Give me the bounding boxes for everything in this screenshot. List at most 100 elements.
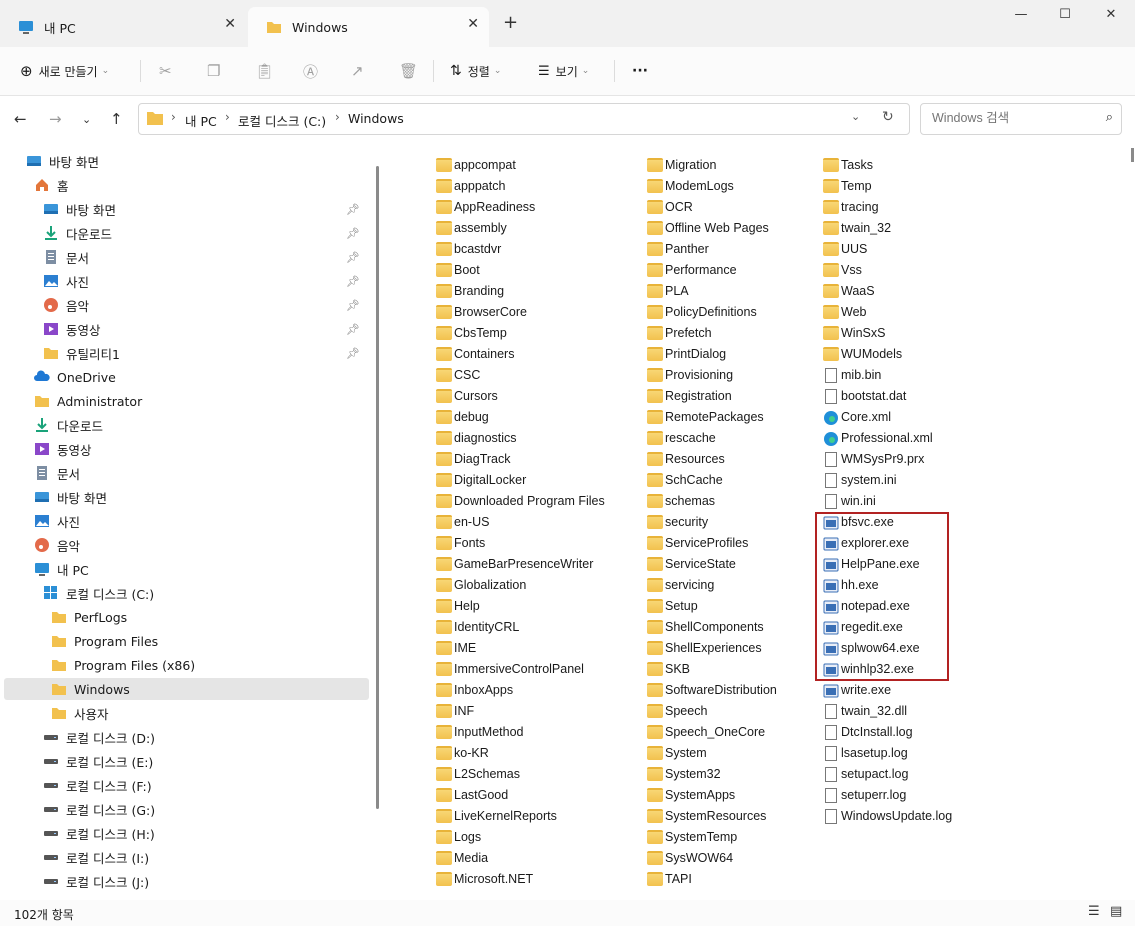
folder-item[interactable]: twain_32	[823, 218, 891, 238]
sidebar-item[interactable]: 내 PC	[34, 558, 368, 580]
folder-item[interactable]: tracing	[823, 197, 879, 217]
recent-chevron-icon[interactable]: ⌄	[82, 113, 91, 126]
share-icon[interactable]: ↗	[351, 58, 364, 84]
folder-item[interactable]: bcastdvr	[436, 239, 501, 259]
refresh-icon[interactable]: ↻	[882, 109, 894, 125]
folder-item[interactable]: IME	[436, 638, 476, 658]
folder-item[interactable]: SystemTemp	[647, 827, 737, 847]
file-item[interactable]: Core.xml	[823, 407, 891, 427]
folder-item[interactable]: Tasks	[823, 155, 873, 175]
breadcrumb-windows[interactable]: Windows	[348, 111, 404, 126]
file-item[interactable]: setuperr.log	[823, 785, 906, 805]
folder-item[interactable]: servicing	[647, 575, 714, 595]
file-item[interactable]: twain_32.dll	[823, 701, 907, 721]
paste-icon[interactable]: 📋︎	[255, 58, 274, 84]
folder-item[interactable]: LiveKernelReports	[436, 806, 557, 826]
sidebar-scrollbar[interactable]	[376, 166, 379, 809]
sidebar-item[interactable]: 로컬 디스크 (F:)	[43, 774, 368, 796]
maximize-button[interactable]: ☐	[1055, 7, 1075, 22]
close-window-button[interactable]: ✕	[1101, 7, 1121, 22]
folder-item[interactable]: Help	[436, 596, 480, 616]
folder-item[interactable]: PLA	[647, 281, 689, 301]
sidebar-item[interactable]: Program Files	[51, 630, 368, 652]
content-scrollbar[interactable]	[1131, 148, 1134, 162]
folder-item[interactable]: Branding	[436, 281, 504, 301]
delete-icon[interactable]: 🗑︎	[399, 58, 418, 84]
folder-item[interactable]: L2Schemas	[436, 764, 520, 784]
up-arrow-icon[interactable]: ↑	[110, 110, 123, 128]
close-tab-icon[interactable]: ✕	[224, 16, 236, 32]
file-item[interactable]: DtcInstall.log	[823, 722, 913, 742]
file-item[interactable]: win.ini	[823, 491, 876, 511]
folder-item[interactable]: SystemApps	[647, 785, 735, 805]
folder-item[interactable]: Web	[823, 302, 866, 322]
folder-item[interactable]: DigitalLocker	[436, 470, 526, 490]
cut-icon[interactable]: ✂	[159, 58, 172, 84]
folder-item[interactable]: ServiceProfiles	[647, 533, 748, 553]
folder-item[interactable]: SchCache	[647, 470, 723, 490]
folder-item[interactable]: SKB	[647, 659, 690, 679]
folder-item[interactable]: Fonts	[436, 533, 485, 553]
folder-item[interactable]: debug	[436, 407, 489, 427]
folder-item[interactable]: Media	[436, 848, 488, 868]
folder-item[interactable]: InputMethod	[436, 722, 524, 742]
file-item[interactable]: WMSysPr9.prx	[823, 449, 924, 469]
address-bar[interactable]: › 내 PC › 로컬 디스크 (C:) › Windows ⌄ ↻	[138, 103, 910, 135]
sidebar-item[interactable]: 다운로드	[34, 414, 368, 436]
folder-item[interactable]: Offline Web Pages	[647, 218, 769, 238]
back-arrow-icon[interactable]: ←	[14, 110, 27, 128]
folder-item[interactable]: DiagTrack	[436, 449, 511, 469]
folder-item[interactable]: Setup	[647, 596, 698, 616]
folder-item[interactable]: GameBarPresenceWriter	[436, 554, 593, 574]
folder-item[interactable]: RemotePackages	[647, 407, 764, 427]
folder-item[interactable]: SysWOW64	[647, 848, 733, 868]
close-tab-icon[interactable]: ✕	[467, 16, 479, 32]
folder-item[interactable]: Microsoft.NET	[436, 869, 533, 889]
view-button[interactable]: ☰ 보기 ⌄	[538, 58, 589, 84]
folder-item[interactable]: en-US	[436, 512, 489, 532]
folder-item[interactable]: Boot	[436, 260, 480, 280]
folder-item[interactable]: ShellComponents	[647, 617, 764, 637]
sidebar-item[interactable]: 홈	[34, 174, 368, 196]
folder-item[interactable]: SystemResources	[647, 806, 766, 826]
folder-item[interactable]: Containers	[436, 344, 514, 364]
folder-item[interactable]: System	[647, 743, 707, 763]
folder-item[interactable]: ModemLogs	[647, 176, 734, 196]
folder-item[interactable]: UUS	[823, 239, 867, 259]
tab-windows[interactable]: Windows ✕	[248, 7, 489, 47]
file-item[interactable]: system.ini	[823, 470, 897, 490]
sidebar-item[interactable]: 문서	[34, 462, 368, 484]
breadcrumb-my-pc[interactable]: 내 PC	[185, 111, 217, 130]
folder-item[interactable]: SoftwareDistribution	[647, 680, 777, 700]
folder-item[interactable]: apppatch	[436, 176, 505, 196]
minimize-button[interactable]: —	[1011, 7, 1031, 22]
sidebar-item[interactable]: Administrator	[34, 390, 368, 412]
sidebar-item[interactable]: 다운로드 📌︎	[43, 222, 368, 244]
folder-item[interactable]: WaaS	[823, 281, 875, 301]
folder-item[interactable]: CSC	[436, 365, 480, 385]
folder-item[interactable]: Downloaded Program Files	[436, 491, 605, 511]
breadcrumb-local-disk-c[interactable]: 로컬 디스크 (C:)	[238, 111, 326, 130]
sidebar-item[interactable]: 바탕 화면	[34, 486, 368, 508]
sidebar-item[interactable]: 로컬 디스크 (I:)	[43, 846, 368, 868]
folder-item[interactable]: Logs	[436, 827, 481, 847]
search-icon[interactable]: ⌕	[1106, 110, 1113, 125]
folder-item[interactable]: PrintDialog	[647, 344, 726, 364]
rename-icon[interactable]: Ⓐ	[303, 58, 318, 84]
sidebar-item[interactable]: 음악	[34, 534, 368, 556]
new-button[interactable]: ⊕ 새로 만들기 ⌄	[20, 58, 109, 84]
file-item[interactable]: write.exe	[823, 680, 891, 700]
file-item[interactable]: Professional.xml	[823, 428, 933, 448]
folder-item[interactable]: Resources	[647, 449, 725, 469]
sidebar-item[interactable]: 사용자	[51, 702, 368, 724]
file-item[interactable]: lsasetup.log	[823, 743, 908, 763]
sidebar-item[interactable]: 로컬 디스크 (C:)	[43, 582, 368, 604]
sidebar-item[interactable]: 유틸리티1 📌︎	[43, 342, 368, 364]
folder-item[interactable]: OCR	[647, 197, 693, 217]
address-dropdown-icon[interactable]: ⌄	[851, 110, 860, 123]
folder-item[interactable]: ko-KR	[436, 743, 489, 763]
copy-icon[interactable]: ❐	[207, 58, 220, 84]
new-tab-button[interactable]: +	[503, 12, 518, 33]
tiles-view-icon[interactable]: ▤	[1110, 904, 1122, 919]
search-box[interactable]: ⌕	[920, 103, 1122, 135]
